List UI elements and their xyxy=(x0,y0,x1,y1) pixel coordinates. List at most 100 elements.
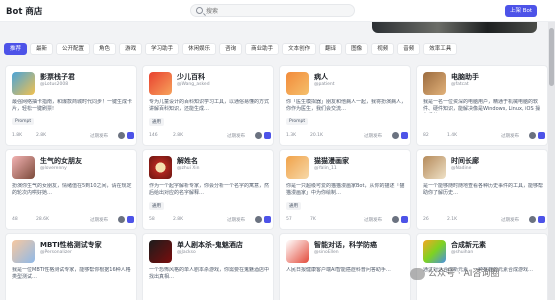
publish-status: 过期发布 xyxy=(227,134,245,139)
bot-author[interactable]: @shuihan xyxy=(451,250,473,255)
bot-title: 单人剧本杀-鬼魅酒店 xyxy=(177,241,243,249)
search-box[interactable] xyxy=(190,4,355,17)
chat-count: 2.8K xyxy=(173,133,184,138)
bot-card[interactable]: 单人剧本杀-鬼魅酒店 @Jackso 一个恐怖风格的单人剧本杀游戏，你需要在鬼魅酒店… xyxy=(142,233,274,300)
category-tab[interactable]: 学习助手 xyxy=(145,43,180,55)
platform-icon xyxy=(529,216,536,223)
bot-avatar xyxy=(149,240,172,263)
category-tab[interactable]: 游戏 xyxy=(119,43,143,55)
platform-icon xyxy=(392,132,399,139)
bot-card[interactable]: 时间长廊 @Nadine 是一个能够随时随地查看各种历史事件的工具，能够帮助你了解历… xyxy=(416,149,548,230)
bot-card[interactable]: 病人 @patient 你「医生模拟器」朋友和他病人一起，我将扮演病人，你作为医生，… xyxy=(279,65,411,146)
category-tab[interactable]: 商业助手 xyxy=(245,43,280,55)
bot-author[interactable]: @Personalizer xyxy=(40,250,72,255)
bot-author[interactable]: @loverenny xyxy=(40,166,67,171)
publish-status: 过期发布 xyxy=(364,134,382,139)
user-count: 1.3K xyxy=(286,133,297,138)
publish-status: 过期发布 xyxy=(501,134,519,139)
bot-card[interactable]: 解姓名 @zhui Xin 作为一个起字解析专家，你会分析一个名字的寓意，然后给出对… xyxy=(142,149,274,230)
platform-icon xyxy=(255,216,262,223)
platform-icon xyxy=(538,216,545,223)
bot-tag: Prompt xyxy=(12,118,35,125)
bot-author[interactable]: @fatcat xyxy=(451,82,469,87)
category-tab[interactable]: 视频 xyxy=(371,43,395,55)
bot-title: 合成新元素 xyxy=(451,241,486,249)
bot-card[interactable]: 智能对话，科学防癌 @sinoEllen 人民日报健康客户端AI智能癌症科普问答助手… xyxy=(279,233,411,300)
category-tab[interactable]: 翻译 xyxy=(319,43,343,55)
bot-title: 电脑助手 xyxy=(451,73,479,81)
category-tab[interactable]: 最新 xyxy=(30,43,54,55)
category-tab[interactable]: 图像 xyxy=(345,43,369,55)
bot-author[interactable]: @Jackso xyxy=(177,250,196,255)
bot-card[interactable]: 猫猫漫画家 @Yalin_11 你是一只超级可爱的猫猫漫画家Bot，从你的描述「猫猫… xyxy=(279,149,411,230)
category-tab[interactable]: 音频 xyxy=(397,43,421,55)
bot-avatar xyxy=(286,240,309,263)
bot-title: 时间长廊 xyxy=(451,157,479,165)
platform-icon xyxy=(401,216,408,223)
card-footer: 1.8K 2.8K 过期发布 xyxy=(12,132,134,140)
bot-author[interactable]: @Lotus2008 xyxy=(40,82,68,87)
platform-icon xyxy=(255,132,262,139)
category-tab[interactable]: 效率工具 xyxy=(423,43,458,55)
category-tab[interactable]: 角色 xyxy=(93,43,117,55)
brand-title: Bot 商店 xyxy=(6,7,43,17)
platform-icon xyxy=(118,216,125,223)
bot-tag: Prompt xyxy=(286,118,309,125)
publish-status: 过期发布 xyxy=(90,218,108,223)
bot-card[interactable]: 少儿百科 @Wang_asked 专为儿童设计的百科知识学习工具，以通俗易懂的方式讲… xyxy=(142,65,274,146)
bot-description: 我是一位MBTI性格测试专家，能够帮你根据16种人格类型测试… xyxy=(12,267,131,280)
platform-icon xyxy=(401,132,408,139)
banner-image xyxy=(372,22,537,33)
user-count: 146 xyxy=(149,133,158,138)
bot-card[interactable]: 电脑助手 @fatcat 我是一名一位资深的电脑用户，精通于机械电脑的软件、硬件知识… xyxy=(416,65,548,146)
category-tab[interactable]: 咨询 xyxy=(219,43,243,55)
user-count: 82 xyxy=(423,133,429,138)
bot-card[interactable]: 生气的女朋友 @loverenny 扮演你生气的女朋友，情绪值在5到10之间，请在规… xyxy=(5,149,137,230)
bot-title: 猫猫漫画家 xyxy=(314,157,349,165)
chat-count: 2.8K xyxy=(173,217,184,222)
bot-author[interactable]: @zhui Xin xyxy=(177,166,199,171)
bot-author[interactable]: @patient xyxy=(314,82,335,87)
bot-description: 我是一名一位资深的电脑用户，精通于机械电脑的软件、硬件知识，能解决像是Windo… xyxy=(423,99,541,112)
publish-bot-button[interactable]: 上架 Bot xyxy=(505,5,537,17)
bot-description: 一个恐怖风格的单人剧本杀游戏，你需要在鬼魅酒店中找出真相… xyxy=(149,267,270,280)
category-tab[interactable]: 休闲娱乐 xyxy=(182,43,217,55)
search-input[interactable] xyxy=(206,6,346,16)
platform-icon xyxy=(264,132,271,139)
publish-status: 过期发布 xyxy=(501,218,519,223)
scrollbar-thumb[interactable] xyxy=(549,28,554,86)
bot-author[interactable]: @Nadine xyxy=(451,166,471,171)
platform-icon xyxy=(127,132,134,139)
scrollbar[interactable] xyxy=(548,22,555,300)
card-footer: 146 2.8K 过期发布 xyxy=(149,132,271,140)
bot-author[interactable]: @Wang_asked xyxy=(177,82,210,87)
card-footer: 58 2.8K 过期发布 xyxy=(149,216,271,224)
bot-card[interactable]: 影票栈子君 @Lotus2008 最强网络抽卡指南，和爆款商城时代同步！一键生成卡片… xyxy=(5,65,137,146)
bot-description: 专为儿童设计的百科知识学习工具，以通俗易懂的方式讲解百科知识，还能生成… xyxy=(149,99,270,112)
bot-title: MBTI性格测试专家 xyxy=(40,241,102,249)
platform-icon xyxy=(264,216,271,223)
bot-description: 扮演你生气的女朋友，情绪值在5到10之间，请在规定的轮次内哄好她… xyxy=(12,183,132,196)
user-count: 48 xyxy=(12,217,18,222)
category-tab[interactable]: 文本创作 xyxy=(282,43,317,55)
category-bar: 推荐 最新 公开配置 角色 游戏 学习助手 休闲娱乐 咨询 商业助手 文本创作 … xyxy=(4,43,544,55)
bot-description: 最强网络抽卡指南，和爆款商城时代同步！一键生成卡片，轻松一键刷票! xyxy=(12,99,133,112)
bot-description: 人民日报健康客户端AI智能癌症科普问答助手… xyxy=(286,267,391,273)
platform-icon xyxy=(529,132,536,139)
chat-count: 1.4K xyxy=(447,133,458,138)
bot-tag: 通用 xyxy=(286,202,301,210)
bot-title: 影票栈子君 xyxy=(40,73,75,81)
bot-author[interactable]: @Yalin_11 xyxy=(314,166,337,171)
bot-author[interactable]: @sinoEllen xyxy=(314,250,339,255)
bot-card[interactable]: MBTI性格测试专家 @Personalizer 我是一位MBTI性格测试专家，能够… xyxy=(5,233,137,300)
bot-avatar xyxy=(423,240,446,263)
platform-icon xyxy=(392,216,399,223)
category-tab[interactable]: 推荐 xyxy=(4,43,28,55)
platform-icon xyxy=(118,132,125,139)
platform-icon xyxy=(538,132,545,139)
card-footer: 1.3K 20.1K 过期发布 xyxy=(286,132,408,140)
publish-status: 过期发布 xyxy=(364,218,382,223)
bot-description: 你是一只超级可爱的猫猫漫画家Bot，从你的描述「猫猫漫画家」中为你绘制… xyxy=(286,183,405,196)
category-tab[interactable]: 公开配置 xyxy=(56,43,91,55)
bot-avatar xyxy=(149,156,172,179)
